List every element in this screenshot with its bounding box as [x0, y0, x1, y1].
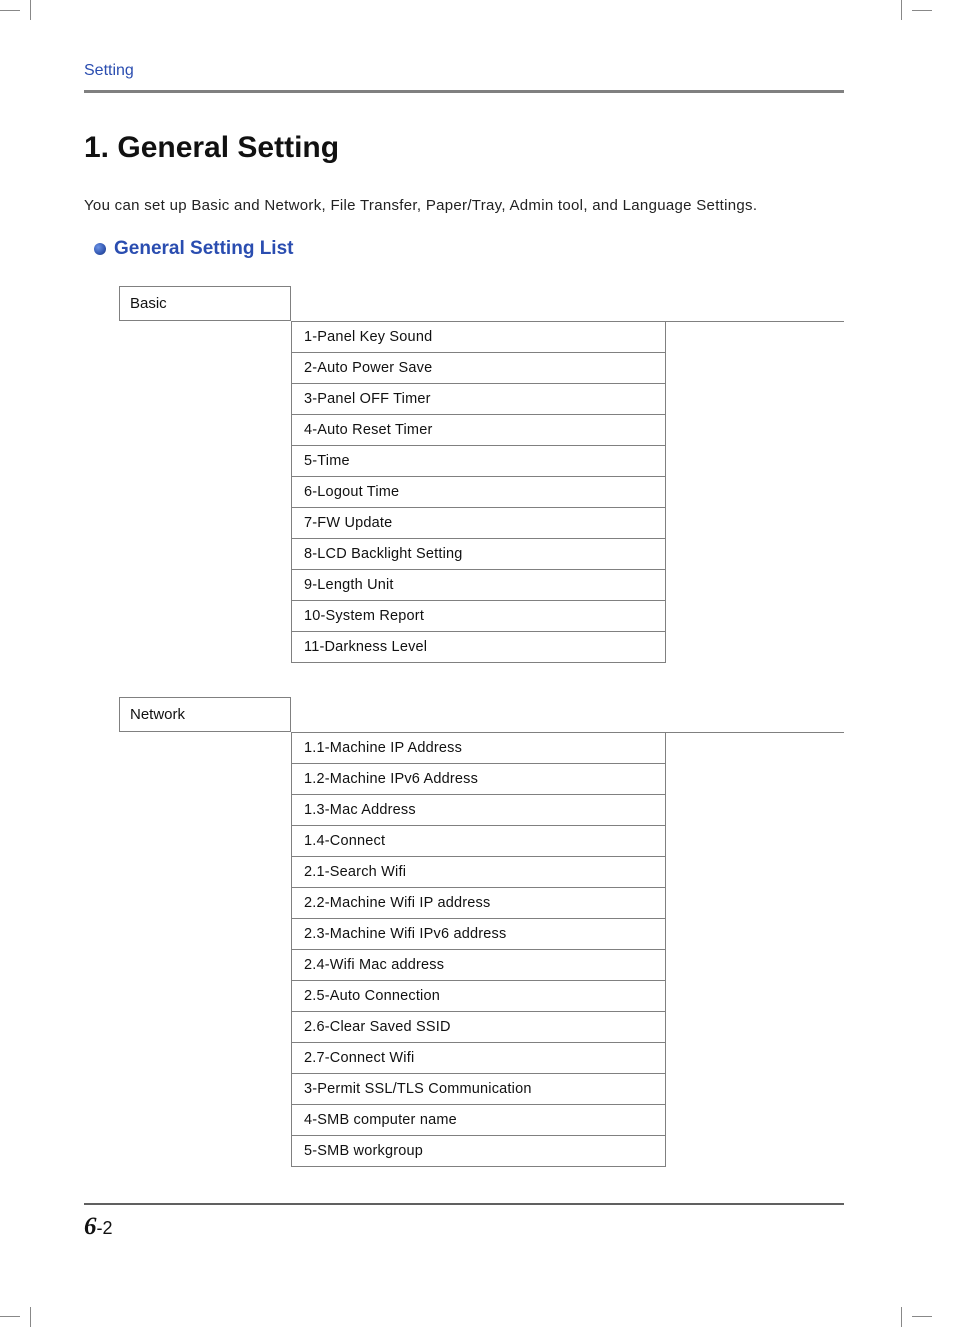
list-item: 2.1-Search Wifi: [291, 857, 666, 888]
settings-group-network: Network 1.1-Machine IP Address 1.2-Machi…: [119, 697, 844, 1167]
list-item: 1.1-Machine IP Address: [291, 733, 666, 764]
page-heading: 1. General Setting: [84, 131, 844, 165]
page-footer: 6-2: [84, 1203, 844, 1241]
bullet-icon: [94, 243, 106, 255]
group-items: 1.1-Machine IP Address 1.2-Machine IPv6 …: [291, 732, 844, 1167]
list-item: 2.5-Auto Connection: [291, 981, 666, 1012]
list-item: 2.6-Clear Saved SSID: [291, 1012, 666, 1043]
list-item: 2.3-Machine Wifi IPv6 address: [291, 919, 666, 950]
chapter-number: 6: [84, 1213, 97, 1240]
list-item: 3-Permit SSL/TLS Communication: [291, 1074, 666, 1105]
list-item: 2-Auto Power Save: [291, 353, 666, 384]
page-number: 6-2: [84, 1213, 844, 1241]
list-item: 4-Auto Reset Timer: [291, 415, 666, 446]
list-item: 11-Darkness Level: [291, 632, 666, 663]
header-section-title: Setting: [84, 62, 844, 90]
group-label: Basic: [119, 286, 291, 321]
intro-text: You can set up Basic and Network, File T…: [84, 197, 844, 214]
group-label: Network: [119, 697, 291, 732]
subsection-heading: General Setting List: [94, 238, 844, 260]
list-item: 9-Length Unit: [291, 570, 666, 601]
page-index: -2: [97, 1218, 113, 1238]
list-item: 8-LCD Backlight Setting: [291, 539, 666, 570]
list-item: 7-FW Update: [291, 508, 666, 539]
document-page: Setting 1. General Setting You can set u…: [0, 0, 954, 1241]
footer-divider: [84, 1203, 844, 1205]
list-item: 1.4-Connect: [291, 826, 666, 857]
header-divider: [84, 90, 844, 93]
list-item: 2.2-Machine Wifi IP address: [291, 888, 666, 919]
settings-group-basic: Basic 1-Panel Key Sound 2-Auto Power Sav…: [119, 286, 844, 663]
list-item: 1.3-Mac Address: [291, 795, 666, 826]
subsection-heading-text: General Setting List: [114, 238, 293, 260]
list-item: 1-Panel Key Sound: [291, 322, 666, 353]
list-item: 10-System Report: [291, 601, 666, 632]
list-item: 5-SMB workgroup: [291, 1136, 666, 1167]
list-item: 4-SMB computer name: [291, 1105, 666, 1136]
group-items: 1-Panel Key Sound 2-Auto Power Save 3-Pa…: [291, 321, 844, 663]
list-item: 1.2-Machine IPv6 Address: [291, 764, 666, 795]
list-item: 2.4-Wifi Mac address: [291, 950, 666, 981]
list-item: 5-Time: [291, 446, 666, 477]
list-item: 3-Panel OFF Timer: [291, 384, 666, 415]
list-item: 6-Logout Time: [291, 477, 666, 508]
list-item: 2.7-Connect Wifi: [291, 1043, 666, 1074]
